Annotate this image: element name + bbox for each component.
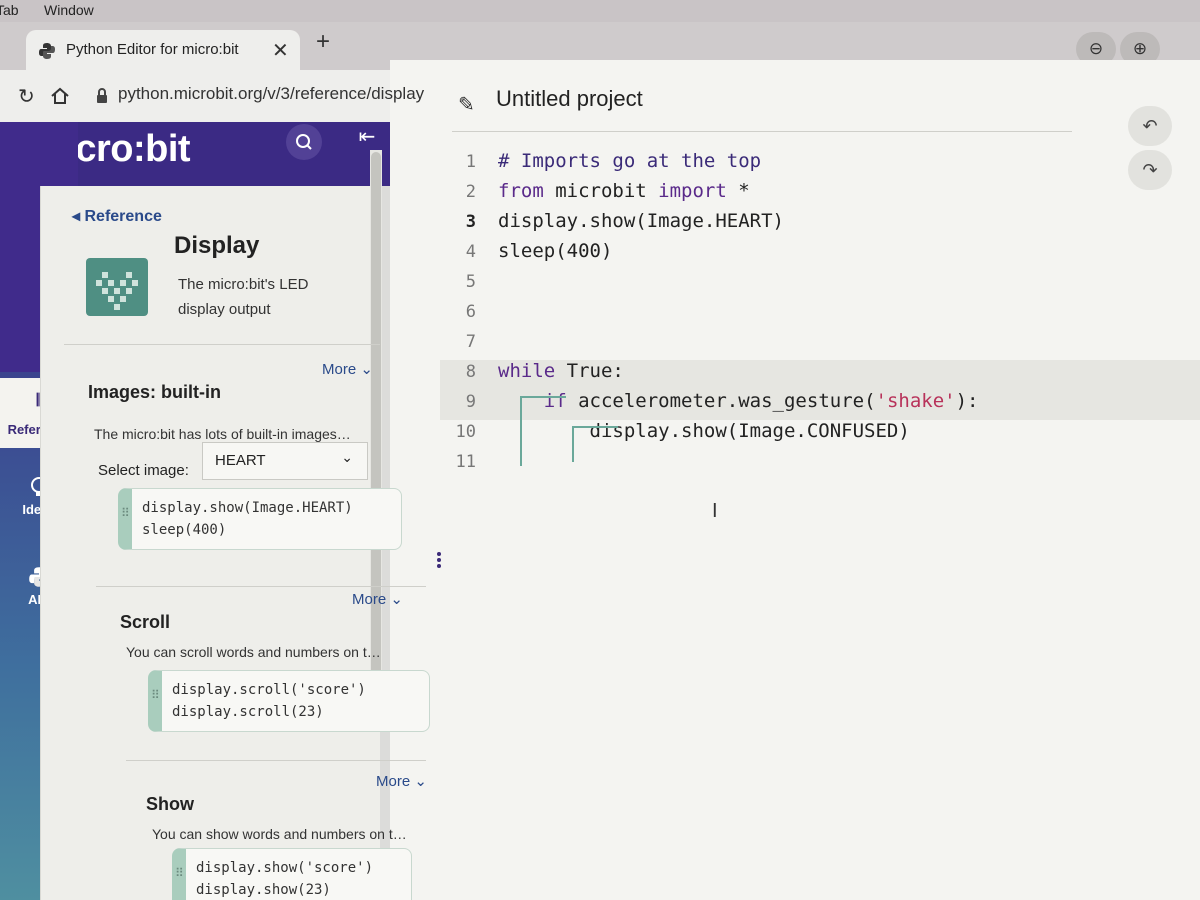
divider	[64, 344, 380, 345]
project-name-bar: ✎ Untitled project	[452, 76, 1072, 132]
chevron-down-icon: ⌄	[386, 591, 403, 608]
panel-scrollbar-thumb[interactable]	[371, 152, 381, 722]
new-tab-button[interactable]: +	[316, 28, 330, 56]
tab-title: Python Editor for micro:bit	[66, 41, 239, 58]
select-image-label: Select image:	[98, 462, 189, 479]
browser-tab[interactable]: Python Editor for micro:bit ✕	[26, 30, 300, 70]
line-number: 4	[465, 242, 476, 262]
divider	[96, 586, 426, 587]
section-desc-images: The micro:bit has lots of built-in image…	[94, 426, 351, 442]
code-token: while	[498, 360, 556, 382]
line-number: 2	[465, 182, 476, 202]
code-line[interactable]: 3 display.show(Image.HEART)	[440, 210, 1200, 240]
project-name[interactable]: Untitled project	[496, 86, 643, 112]
drag-handle-icon[interactable]: ⠿	[175, 867, 184, 879]
section-desc-scroll: You can scroll words and numbers on t…	[126, 644, 381, 660]
code-line[interactable]: 1 # Imports go at the top	[440, 150, 1200, 180]
line-number: 3	[465, 212, 476, 232]
code-token: display.show(Image.CONFUSED)	[589, 420, 910, 442]
text-cursor-icon: I	[712, 500, 718, 522]
line-number: 11	[455, 452, 476, 472]
code-snippet-show[interactable]: ⠿ display.show('score') display.show(23)	[172, 848, 412, 900]
home-icon[interactable]	[50, 86, 70, 106]
chevron-left-icon: ◂	[72, 208, 85, 225]
chevron-down-icon: ⌄	[410, 773, 427, 790]
python-favicon-icon	[39, 43, 55, 59]
menu-tab[interactable]: Tab	[0, 2, 19, 18]
menu-window[interactable]: Window	[44, 2, 94, 18]
topic-description: The micro:bit's LED display output	[178, 276, 309, 318]
line-number: 10	[455, 422, 476, 442]
while-block-guide	[520, 396, 566, 466]
if-block-guide	[572, 426, 618, 462]
line-number: 5	[465, 272, 476, 292]
code-token: accelerometer.was_gesture(	[566, 390, 876, 412]
section-title-show: Show	[146, 794, 194, 814]
code-token: # Imports go at the top	[498, 150, 762, 172]
search-icon	[296, 134, 312, 150]
divider	[126, 760, 426, 761]
url-field[interactable]: python.microbit.org/v/3/reference/displa…	[118, 84, 424, 104]
line-number: 7	[465, 332, 476, 352]
line-number: 6	[465, 302, 476, 322]
code-token: microbit	[543, 180, 659, 202]
led-heart-icon	[96, 272, 138, 310]
drag-handle-icon[interactable]: ⠿	[121, 507, 130, 519]
tab-close-icon[interactable]: ✕	[272, 38, 289, 63]
code-snippet-scroll[interactable]: ⠿ display.scroll('score') display.scroll…	[148, 670, 430, 732]
line-number: 9	[465, 392, 476, 412]
back-to-reference-link[interactable]: ◂ Reference	[72, 206, 162, 226]
code-line[interactable]: 8 while True:	[440, 360, 1200, 390]
more-button-show[interactable]: More ⌄	[376, 772, 427, 790]
code-line[interactable]: 2 from microbit import *	[440, 180, 1200, 210]
code-snippet-images[interactable]: ⠿ display.show(Image.HEART) sleep(400)	[118, 488, 402, 550]
code-token: ):	[955, 390, 979, 412]
code-line[interactable]: 4 sleep(400)	[440, 240, 1200, 270]
code-token: True:	[555, 360, 624, 382]
code-token: display.show(Image.HEART)	[498, 210, 784, 232]
search-button[interactable]	[286, 124, 322, 160]
code-line[interactable]: 6	[440, 300, 1200, 330]
pencil-icon[interactable]: ✎	[458, 92, 475, 117]
more-button-scroll[interactable]: More ⌄	[352, 590, 403, 608]
code-token: from	[498, 180, 544, 202]
section-desc-show: You can show words and numbers on t…	[152, 826, 407, 842]
os-menubar: Tab Window	[0, 0, 1200, 22]
undo-button[interactable]: ↶	[1128, 106, 1172, 146]
chevron-down-icon: ⌄	[356, 361, 373, 378]
code-line[interactable]: 7	[440, 330, 1200, 360]
display-topic-image	[86, 258, 148, 316]
pane-resize-handle[interactable]	[434, 550, 444, 574]
line-number: 1	[465, 152, 476, 172]
code-token: import	[658, 180, 727, 202]
code-line[interactable]: 5	[440, 270, 1200, 300]
section-title-scroll: Scroll	[120, 612, 171, 632]
code-area[interactable]: 1 # Imports go at the top 2 from microbit i…	[440, 150, 1200, 530]
section-title-images: Images: built-in	[88, 382, 222, 402]
code-token: sleep(400)	[498, 240, 613, 262]
topic-title: Display	[174, 232, 260, 259]
more-button-images[interactable]: More ⌄	[322, 360, 373, 378]
collapse-panel-icon[interactable]: ⇤	[352, 122, 382, 152]
line-number: 8	[465, 362, 476, 382]
reload-icon[interactable]: ↻	[18, 84, 35, 109]
code-token: *	[726, 180, 750, 202]
address-bar: ↻ python.microbit.org/v/3/reference/disp…	[0, 70, 424, 122]
select-image-dropdown[interactable]: HEART ⌄	[202, 442, 368, 480]
chevron-down-icon: ⌄	[341, 449, 353, 465]
code-token: 'shake'	[875, 390, 956, 412]
lock-icon	[97, 88, 107, 103]
drag-handle-icon[interactable]: ⠿	[151, 689, 160, 701]
